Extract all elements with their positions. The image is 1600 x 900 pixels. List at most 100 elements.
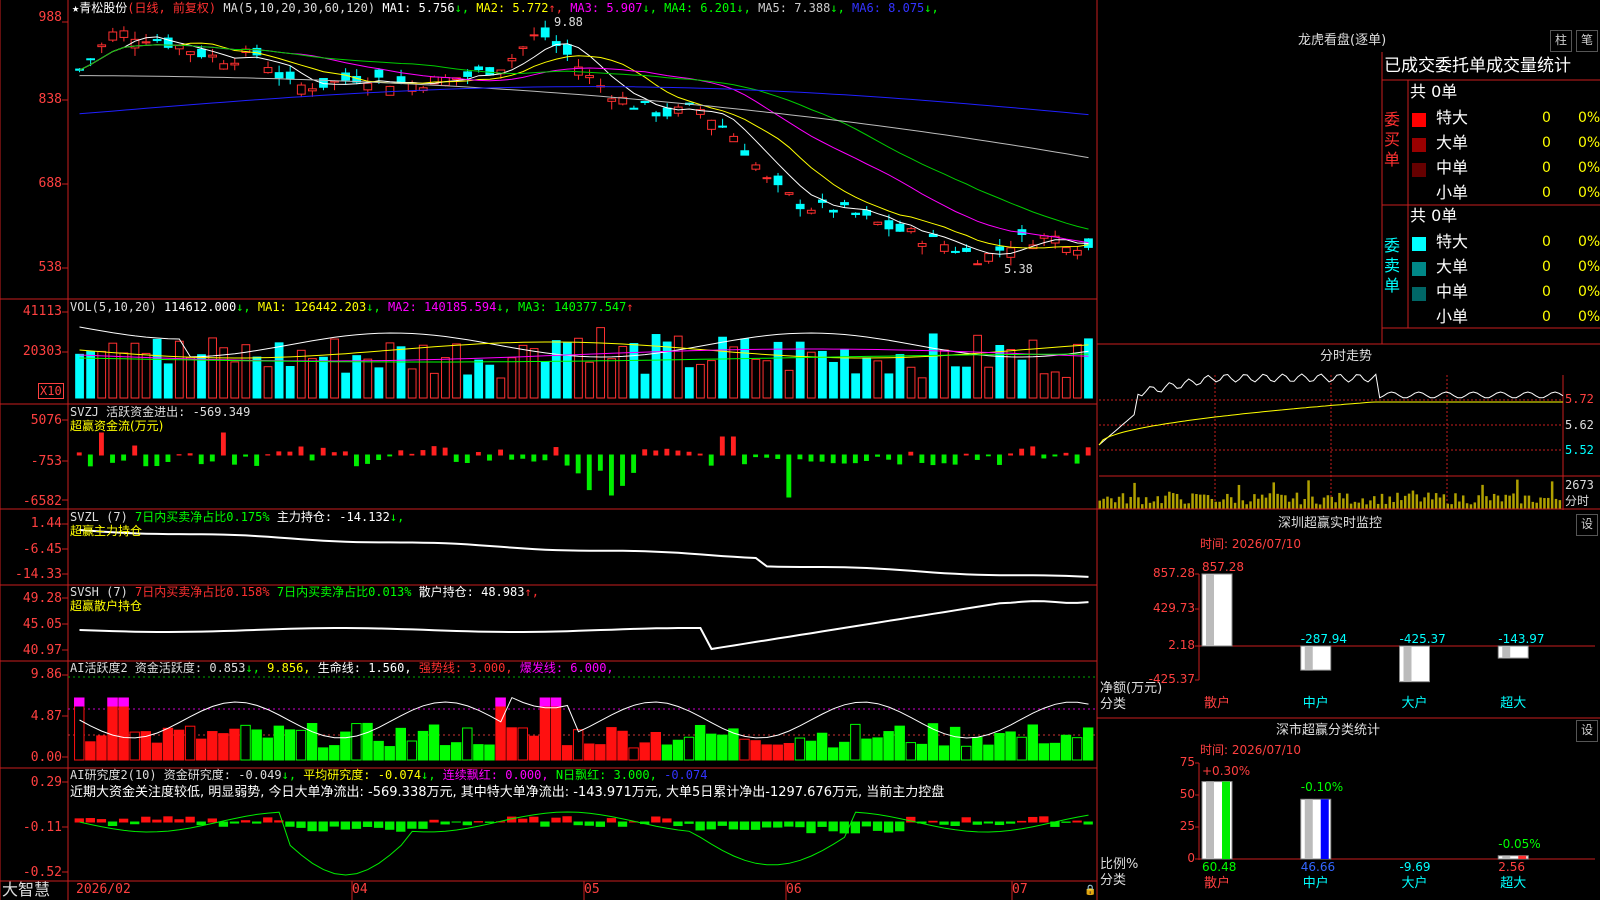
research-bar	[928, 820, 938, 823]
candle	[385, 85, 395, 96]
high-mark: 9.88	[554, 15, 583, 29]
sell-side-label: 委卖单	[1384, 236, 1401, 295]
ma-items: MA1: 5.756↓, MA2: 5.772↑, MA3: 5.907↓, M…	[382, 1, 938, 15]
svsh-ytick: 45.05	[22, 617, 62, 632]
candle	[939, 244, 949, 252]
candle	[219, 63, 229, 70]
candle	[884, 220, 894, 230]
flow-bar	[631, 454, 637, 473]
sell-swatch	[1412, 237, 1426, 251]
ma2-line	[79, 42, 1089, 249]
monitor-settings-button[interactable]: 设	[1576, 514, 1598, 536]
volume-bar	[75, 353, 84, 399]
flow-bar	[808, 454, 814, 462]
volume-bar	[463, 374, 472, 399]
classify-ytick: 75	[1179, 755, 1195, 769]
sell-swatch	[1412, 262, 1426, 276]
activity-bar	[1027, 724, 1038, 761]
fenshi-ytick: 5.62	[1565, 418, 1594, 432]
ma3-line	[79, 44, 1089, 244]
fenshi-vol-bar	[1141, 504, 1144, 509]
activity-bar	[506, 727, 517, 761]
fenshi-vol-bar	[1318, 504, 1322, 509]
svsh-h3: 7日内买卖净占比0.013%	[276, 585, 412, 599]
classify-settings-button[interactable]: 设	[1576, 720, 1598, 742]
classify-bar-fill	[1320, 799, 1329, 859]
candle	[285, 71, 295, 80]
fenshi-vol-bar	[1160, 503, 1163, 509]
svzl-h2: 7日内买卖净占比0.175%	[135, 510, 270, 524]
svsh-title: SVSH (7)	[70, 585, 128, 599]
candle	[729, 135, 739, 143]
flow-bar	[653, 450, 659, 456]
research-bar	[883, 821, 894, 833]
vol-ma1: MA1: 126442.203	[257, 300, 367, 314]
activity-bar	[173, 729, 185, 761]
activity-bar	[1005, 731, 1016, 761]
volume-bar	[197, 354, 206, 399]
ma-arrow: ↓,	[924, 1, 939, 15]
candle	[784, 192, 794, 195]
volume-bar	[485, 364, 495, 399]
volume-bar	[740, 338, 750, 399]
fenshi-vol-bar	[1276, 493, 1279, 509]
fenshi-vol-bar	[1407, 493, 1411, 509]
research-bar	[828, 821, 838, 832]
classify-bar-fill	[1222, 781, 1230, 859]
research-bar	[240, 820, 251, 823]
volume-bar	[662, 341, 672, 399]
flow-bar	[797, 454, 803, 460]
research-bar	[307, 821, 317, 832]
flow-bar	[209, 454, 215, 462]
research-bar	[695, 821, 705, 831]
classify-ytick: 0	[1187, 851, 1195, 865]
ma6-line	[79, 86, 1089, 116]
candle	[463, 71, 472, 77]
research-bar	[784, 821, 794, 827]
buy-row-qty: 0	[1542, 135, 1551, 151]
ma-item-4: MA4: 6.201	[656, 1, 737, 15]
flow-bar	[952, 454, 958, 465]
fenshi-vol-bar	[1125, 503, 1129, 509]
xaxis-label: 07	[1012, 882, 1028, 897]
volume-bar	[984, 366, 994, 399]
research-bar	[185, 816, 195, 823]
volume-bar	[1084, 338, 1093, 399]
tick-mode-button[interactable]: 笔	[1576, 30, 1598, 52]
fenshi-vol-bar	[1284, 495, 1287, 509]
volume-bar	[152, 338, 162, 399]
flow-bar	[298, 446, 304, 456]
research-bar	[606, 818, 617, 823]
volume-bar	[618, 345, 628, 399]
fenshi-vol-bar	[1523, 495, 1527, 509]
activity-bar	[184, 725, 196, 761]
flow-bar	[143, 454, 149, 467]
flow-bar	[509, 454, 515, 460]
volume-bar	[186, 356, 195, 399]
chart-canvas[interactable]	[0, 0, 1600, 900]
ai2-comment: 近期大资金关注度较低, 明显弱势, 今日大单净流出: -569.338万元, 其…	[70, 785, 945, 800]
lock-icon[interactable]: 🔒	[1084, 884, 1096, 898]
activity-bar	[972, 737, 983, 761]
flow-bar	[198, 454, 204, 465]
flow-bar	[586, 454, 592, 491]
research-bar	[739, 821, 750, 830]
fenshi-vol-bar	[1322, 497, 1326, 509]
volume-bar	[873, 360, 883, 399]
ai1-h5: 爆发线: 6.000,	[519, 661, 614, 675]
svsh-ytick: 49.28	[22, 591, 62, 606]
bar-mode-button[interactable]: 柱	[1550, 30, 1572, 52]
volume-bar	[762, 360, 772, 399]
fenshi-vol-bar	[1164, 495, 1167, 509]
fenshi-vol-bar	[1345, 493, 1349, 509]
activity-bar	[417, 730, 429, 761]
fenshi-vol-bar	[1272, 482, 1275, 509]
vol-ytick: 20303	[22, 344, 62, 359]
volume-bar	[452, 343, 461, 399]
fenshi-vol-bar	[1287, 501, 1291, 509]
candle	[895, 223, 905, 232]
activity-bar	[74, 697, 85, 761]
fenshi-vol-bar	[1423, 497, 1426, 509]
research-bar	[1039, 816, 1049, 823]
fenshi-vol-bar	[1152, 501, 1156, 509]
